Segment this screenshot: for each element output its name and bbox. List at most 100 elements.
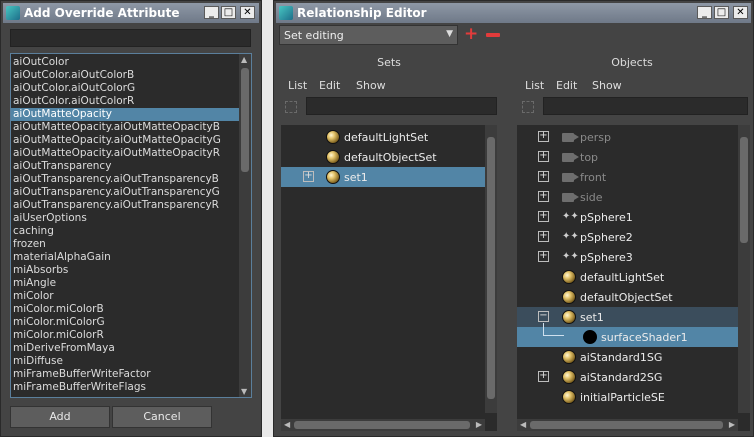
title-bar[interactable]: Add Override Attribute _ □ ✕ (3, 3, 259, 23)
expand-icon[interactable]: + (538, 151, 549, 162)
scrollbar-thumb[interactable] (294, 421, 470, 429)
sets-filter-input[interactable] (306, 97, 497, 115)
attribute-list-item[interactable]: miAbsorbs (11, 264, 240, 277)
attribute-list-item[interactable]: aiOutMatteOpacity.aiOutMatteOpacityB (11, 121, 240, 134)
expand-icon[interactable]: + (538, 251, 549, 262)
attribute-list-item[interactable]: aiOutTransparency.aiOutTransparencyG (11, 186, 240, 199)
expand-icon[interactable]: + (538, 171, 549, 182)
objects-tree-item[interactable]: + persp (517, 127, 750, 147)
collapse-icon[interactable]: − (538, 311, 549, 322)
close-icon[interactable]: ✕ (733, 6, 748, 19)
camera-icon (562, 153, 579, 162)
objects-horizontal-scrollbar[interactable]: ◀ ▶ (517, 419, 738, 431)
objects-tree-item[interactable]: defaultObjectSet (517, 287, 750, 307)
objects-menu-edit[interactable]: Edit (556, 79, 577, 92)
attribute-list-item[interactable]: miColor.miColorB (11, 303, 240, 316)
scrollbar-thumb[interactable] (241, 68, 249, 172)
objects-tree-item-label: defaultObjectSet (580, 291, 673, 304)
attribute-list-item[interactable]: aiOutColor (11, 56, 240, 69)
attribute-list-item[interactable]: aiOutTransparency.aiOutTransparencyB (11, 173, 240, 186)
attribute-list-item[interactable]: aiUserOptions (11, 212, 240, 225)
objects-tree-item[interactable]: + ✦✦ pSphere3 (517, 247, 750, 267)
objects-tree-item[interactable]: initialParticleSE (517, 387, 750, 407)
sets-vertical-scrollbar[interactable] (485, 125, 497, 413)
sets-tree[interactable]: defaultLightSet defaultObjectSet + set1 ◀ ▶ (281, 125, 497, 431)
objects-tree-item[interactable]: + front (517, 167, 750, 187)
scroll-up-icon[interactable]: ▲ (241, 55, 247, 64)
expand-icon[interactable]: + (538, 131, 549, 142)
attribute-list-item[interactable]: caching (11, 225, 240, 238)
sets-tree-item[interactable]: + set1 (281, 167, 497, 187)
attribute-list-item[interactable]: aiOutTransparency.aiOutTransparencyR (11, 199, 240, 212)
minimize-icon[interactable]: _ (204, 6, 219, 19)
objects-tree-item[interactable]: + top (517, 147, 750, 167)
attribute-list-item[interactable]: miColor.miColorR (11, 329, 240, 342)
objects-menu-list[interactable]: List (525, 79, 544, 92)
add-button[interactable]: Add (10, 406, 110, 428)
sets-menu-list[interactable]: List (288, 79, 307, 92)
scroll-left-icon[interactable]: ◀ (284, 420, 290, 429)
attribute-list-item[interactable]: aiOutColor.aiOutColorR (11, 95, 240, 108)
objects-tree-item[interactable]: + ✦✦ pSphere1 (517, 207, 750, 227)
objects-tree-item[interactable]: + side (517, 187, 750, 207)
attribute-list-item[interactable]: miFrameBufferWriteFactor (11, 368, 240, 381)
remove-set-icon[interactable] (486, 33, 500, 37)
attribute-list-item[interactable]: miColor.miColorG (11, 316, 240, 329)
sets-menu-edit[interactable]: Edit (319, 79, 340, 92)
objects-tree-item[interactable]: defaultLightSet (517, 267, 750, 287)
scroll-right-icon[interactable]: ▶ (729, 420, 735, 429)
attribute-list-item[interactable]: miAngle (11, 277, 240, 290)
attribute-list-item[interactable]: miDeriveFromMaya (11, 342, 240, 355)
attribute-list-item[interactable]: aiOutMatteOpacity.aiOutMatteOpacityR (11, 147, 240, 160)
expand-icon[interactable]: + (538, 231, 549, 242)
expand-icon[interactable]: + (538, 191, 549, 202)
attribute-list-item[interactable]: aiOutColor.aiOutColorB (11, 69, 240, 82)
attribute-list-scrollbar[interactable]: ▲ ▼ (239, 54, 251, 397)
attribute-list-item[interactable]: miDiffuse (11, 355, 240, 368)
objects-tree-item[interactable]: + aiStandard2SG (517, 367, 750, 387)
objects-vertical-scrollbar[interactable] (738, 125, 750, 413)
attribute-list-item[interactable]: aiOutTransparency (11, 160, 240, 173)
close-icon[interactable]: ✕ (240, 6, 255, 19)
sets-tree-item[interactable]: defaultLightSet (281, 127, 497, 147)
attribute-list-item[interactable]: miColor (11, 290, 240, 303)
objects-tree-item-label: set1 (580, 311, 604, 324)
scrollbar-thumb[interactable] (740, 137, 748, 243)
objects-tree-item-label: aiStandard1SG (580, 351, 663, 364)
attribute-list[interactable]: aiOutColor aiOutColor.aiOutColorB aiOutCol… (10, 53, 252, 398)
objects-menu-show[interactable]: Show (592, 79, 622, 92)
attribute-list-item[interactable]: aiOutColor.aiOutColorG (11, 82, 240, 95)
maximize-icon[interactable]: □ (221, 6, 236, 19)
shader-sphere-icon (562, 370, 576, 384)
attribute-list-item[interactable]: materialAlphaGain (11, 251, 240, 264)
objects-tree-item[interactable]: + ✦✦ pSphere2 (517, 227, 750, 247)
editor-mode-dropdown[interactable]: Set editing ▼ (279, 25, 458, 45)
scroll-left-icon[interactable]: ◀ (520, 420, 526, 429)
cancel-button[interactable]: Cancel (112, 406, 212, 428)
expand-icon[interactable]: + (538, 371, 549, 382)
attribute-list-item[interactable]: aiOutMatteOpacity (11, 108, 240, 121)
add-set-icon[interactable]: + (464, 24, 478, 44)
objects-tree[interactable]: + persp + top + front + side + ✦✦ pSphere1 + ✦✦ pSphe… (517, 125, 750, 431)
minimize-icon[interactable]: _ (697, 6, 712, 19)
attribute-search-input[interactable] (10, 29, 251, 47)
title-bar[interactable]: Relationship Editor _ □ ✕ (276, 3, 751, 23)
attribute-list-item[interactable]: frozen (11, 238, 240, 251)
sets-menu-show[interactable]: Show (356, 79, 386, 92)
attribute-list-item[interactable]: miFrameBufferWriteFlags (11, 381, 240, 394)
maximize-icon[interactable]: □ (714, 6, 729, 19)
expand-icon[interactable]: + (303, 171, 314, 182)
sets-tree-item[interactable]: defaultObjectSet (281, 147, 497, 167)
expand-icon[interactable]: + (538, 211, 549, 222)
objects-tree-item[interactable]: surfaceShader1 (517, 323, 750, 347)
filter-icon[interactable] (285, 101, 297, 113)
scrollbar-thumb[interactable] (487, 137, 495, 399)
scrollbar-thumb[interactable] (530, 421, 723, 429)
objects-filter-input[interactable] (543, 97, 748, 115)
scroll-down-icon[interactable]: ▼ (241, 387, 247, 396)
scroll-right-icon[interactable]: ▶ (476, 420, 482, 429)
attribute-list-item[interactable]: aiOutMatteOpacity.aiOutMatteOpacityG (11, 134, 240, 147)
sets-horizontal-scrollbar[interactable]: ◀ ▶ (281, 419, 485, 431)
objects-tree-item[interactable]: aiStandard1SG (517, 347, 750, 367)
filter-icon[interactable] (522, 101, 534, 113)
